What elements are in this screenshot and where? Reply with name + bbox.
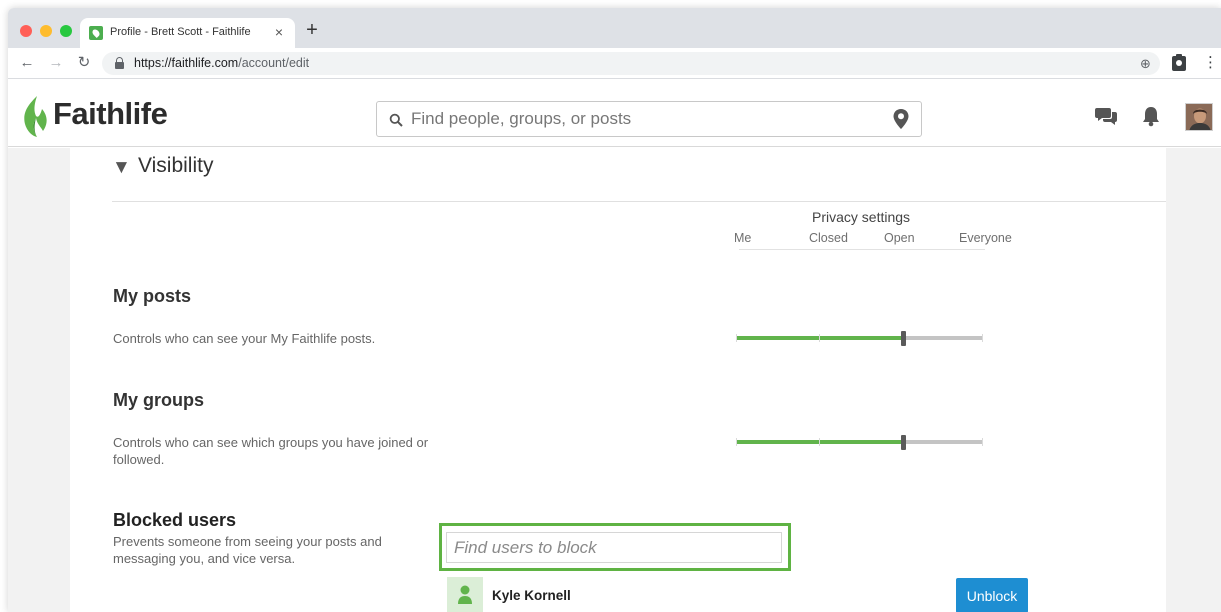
url-text: https://faithlife.com/account/edit xyxy=(134,56,310,70)
my-posts-slider-handle[interactable] xyxy=(901,331,906,346)
my-groups-title: My groups xyxy=(113,390,205,410)
section-divider xyxy=(112,201,1166,202)
privacy-level-open: Open xyxy=(884,231,915,245)
browser-menu-icon[interactable]: ⋮ xyxy=(1203,54,1218,72)
section-title[interactable]: Visibility xyxy=(138,154,213,178)
tab-close-button[interactable]: × xyxy=(271,23,287,41)
messages-icon[interactable] xyxy=(1095,106,1117,126)
my-groups-slider-handle[interactable] xyxy=(901,435,906,450)
my-groups-privacy-slider[interactable] xyxy=(736,435,983,450)
new-tab-button[interactable]: + xyxy=(302,20,322,40)
browser-window: Profile - Brett Scott - Faithlife × + ← … xyxy=(8,8,1221,612)
zoom-icon[interactable]: ⊕ xyxy=(1140,56,1151,72)
find-users-to-block-input[interactable] xyxy=(446,532,782,563)
search-input[interactable] xyxy=(411,103,881,135)
logo-text[interactable]: Faithlife xyxy=(53,96,168,132)
minimize-window-button[interactable] xyxy=(40,25,52,37)
settings-card: ▼ Visibility Privacy settings Me Closed … xyxy=(70,148,1166,612)
my-posts-title: My posts xyxy=(113,286,192,306)
location-pin-icon[interactable] xyxy=(892,108,910,130)
privacy-scale-line xyxy=(739,249,985,250)
lock-icon xyxy=(115,57,124,69)
privacy-level-everyone: Everyone xyxy=(959,231,1012,245)
my-posts-privacy-slider[interactable] xyxy=(736,331,983,346)
blocked-users-description: Prevents someone from seeing your posts … xyxy=(113,534,382,566)
reload-icon[interactable]: ↻ xyxy=(74,54,94,72)
search-icon xyxy=(389,113,403,127)
collapse-toggle-icon[interactable]: ▼ xyxy=(112,157,131,179)
browser-tab[interactable]: Profile - Brett Scott - Faithlife × xyxy=(80,18,295,48)
my-groups-description: Controls who can see which groups you ha… xyxy=(113,435,429,467)
search-box[interactable] xyxy=(376,101,922,137)
tab-title: Profile - Brett Scott - Faithlife xyxy=(110,26,251,38)
notifications-bell-icon[interactable] xyxy=(1142,105,1160,127)
privacy-level-me: Me xyxy=(734,231,752,245)
person-icon xyxy=(458,585,472,604)
forward-arrow-icon[interactable]: → xyxy=(46,54,66,72)
tab-strip: Profile - Brett Scott - Faithlife × + xyxy=(8,8,1221,48)
blocked-user-name[interactable]: Kyle Kornell xyxy=(492,588,571,603)
site-header: Faithlife xyxy=(8,80,1221,147)
profile-photo-icon xyxy=(1186,104,1212,130)
close-window-button[interactable] xyxy=(20,25,32,37)
content-area: ▼ Visibility Privacy settings Me Closed … xyxy=(8,148,1221,612)
my-posts-description: Controls who can see your My Faithlife p… xyxy=(113,331,376,346)
user-avatar[interactable] xyxy=(1185,103,1213,131)
back-arrow-icon[interactable]: ← xyxy=(17,54,37,72)
faithlife-favicon-icon xyxy=(89,26,103,40)
clipboard-extension-icon[interactable] xyxy=(1172,54,1186,71)
browser-toolbar: ← → ↻ https://faithlife.com/account/edit… xyxy=(8,48,1221,79)
blocked-users-title: Blocked users xyxy=(113,510,237,530)
unblock-button[interactable]: Unblock xyxy=(956,578,1028,612)
blocked-user-avatar xyxy=(447,577,483,612)
privacy-settings-heading: Privacy settings xyxy=(812,209,911,225)
maximize-window-button[interactable] xyxy=(60,25,72,37)
address-bar[interactable]: https://faithlife.com/account/edit ⊕ xyxy=(102,52,1160,75)
faithlife-flame-icon[interactable] xyxy=(20,94,50,138)
privacy-level-closed: Closed xyxy=(809,231,848,245)
